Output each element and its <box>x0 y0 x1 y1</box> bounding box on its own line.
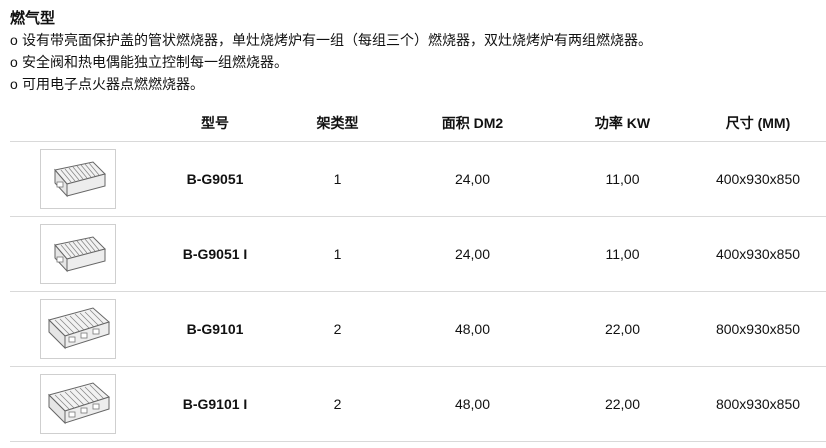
table-row: B-G9051 1 24,00 11,00 400x930x850 <box>10 142 826 217</box>
feature-text: 设有带亮面保护盖的管状燃烧器，单灶烧烤炉有一组（每组三个）燃烧器，双灶烧烤炉有两… <box>22 32 652 48</box>
area-cell: 24,00 <box>454 246 491 262</box>
size-cell: 800x930x850 <box>715 321 801 337</box>
feature-text: 可用电子点火器点燃燃烧器。 <box>22 76 204 92</box>
table-header: 型号 架类型 面积 DM2 功率 KW 尺寸 (MM) <box>10 105 826 142</box>
power-cell: 22,00 <box>604 321 641 337</box>
header-size: 尺寸 (MM) <box>725 115 791 131</box>
rack-type-cell: 2 <box>333 396 342 412</box>
section-title: 燃气型 <box>10 10 56 27</box>
size-cell: 400x930x850 <box>715 246 801 262</box>
header-area: 面积 DM2 <box>441 115 504 131</box>
product-image-cell <box>10 292 145 366</box>
bullet-mark: o <box>10 76 18 92</box>
feature-bullet: o 设有带亮面保护盖的管状燃烧器，单灶烧烤炉有一组（每组三个）燃烧器，双灶烧烤炉有… <box>10 29 820 51</box>
feature-bullet: o 安全阀和热电偶能独立控制每一组燃烧器。 <box>10 51 820 73</box>
size-cell: 800x930x850 <box>715 396 801 412</box>
rack-type-cell: 1 <box>333 171 342 187</box>
area-cell: 48,00 <box>454 321 491 337</box>
product-intro: 燃气型 o 设有带亮面保护盖的管状燃烧器，单灶烧烤炉有一组（每组三个）燃烧器，双灶… <box>10 9 820 95</box>
bullet-mark: o <box>10 32 18 48</box>
model-cell: B-G9101 I <box>182 396 248 412</box>
model-cell: B-G9101 <box>186 321 244 337</box>
header-rack-type: 架类型 <box>316 115 359 131</box>
feature-bullet: o 可用电子点火器点燃燃烧器。 <box>10 73 820 95</box>
double-grill-icon[interactable] <box>39 374 116 434</box>
table-row: B-G9101 I 2 48,00 22,00 800x930x850 <box>10 367 826 442</box>
header-image-cell <box>10 105 145 141</box>
feature-text: 安全阀和热电偶能独立控制每一组燃烧器。 <box>22 54 288 70</box>
single-grill-icon[interactable] <box>39 149 116 209</box>
size-cell: 400x930x850 <box>715 171 801 187</box>
power-cell: 11,00 <box>605 246 640 262</box>
header-power: 功率 KW <box>594 115 651 131</box>
power-cell: 11,00 <box>605 171 640 187</box>
power-cell: 22,00 <box>604 396 641 412</box>
product-image-cell <box>10 142 145 216</box>
table-row: B-G9101 2 48,00 22,00 800x930x850 <box>10 292 826 367</box>
model-cell: B-G9051 I <box>182 246 248 262</box>
area-cell: 24,00 <box>454 171 491 187</box>
spec-table: 型号 架类型 面积 DM2 功率 KW 尺寸 (MM) B-G9051 1 24… <box>10 105 826 442</box>
rack-type-cell: 1 <box>333 246 342 262</box>
double-grill-icon[interactable] <box>39 299 116 359</box>
rack-type-cell: 2 <box>333 321 342 337</box>
bullet-mark: o <box>10 54 18 70</box>
model-cell: B-G9051 <box>186 171 244 187</box>
header-model: 型号 <box>201 115 229 131</box>
area-cell: 48,00 <box>454 396 491 412</box>
product-image-cell <box>10 367 145 441</box>
product-image-cell <box>10 217 145 291</box>
single-grill-icon[interactable] <box>39 224 116 284</box>
table-row: B-G9051 I 1 24,00 11,00 400x930x850 <box>10 217 826 292</box>
